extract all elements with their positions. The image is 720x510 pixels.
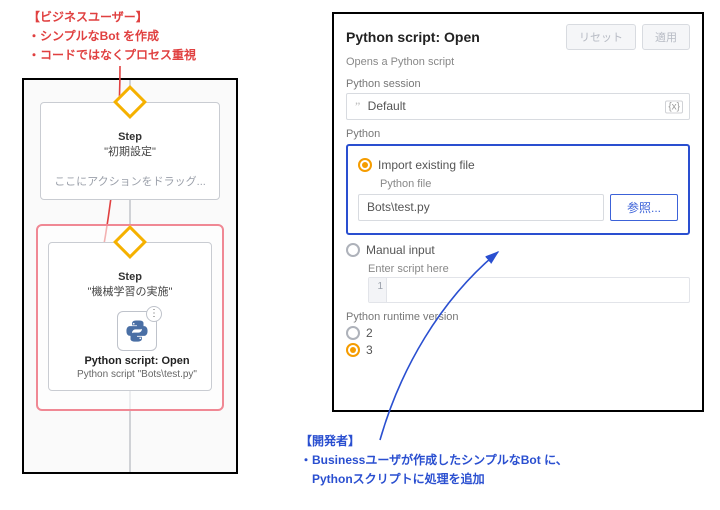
drop-hint-text: ここにアクションをドラッグ... bbox=[49, 173, 211, 189]
step-label: Step bbox=[49, 131, 211, 143]
properties-panel: Python script: Open リセット 適用 Opens a Pyth… bbox=[332, 12, 704, 412]
python-logo-icon bbox=[124, 318, 150, 344]
annotation-line: ・コードではなくプロセス重視 bbox=[28, 46, 196, 65]
annotation-developer: 【開発者】 ・Businessユーザが作成したシンプルなBot に、 Pytho… bbox=[300, 432, 568, 490]
runtime-label: Python runtime version bbox=[346, 311, 690, 323]
import-file-group: Import existing file Python file Bots\te… bbox=[346, 144, 690, 235]
annotation-heading: 【ビジネスユーザー】 bbox=[28, 8, 196, 27]
file-label: Python file bbox=[380, 178, 678, 190]
line-gutter: 1 bbox=[369, 278, 387, 302]
code-area[interactable] bbox=[387, 278, 689, 302]
panel-description: Opens a Python script bbox=[346, 56, 690, 68]
radio-icon bbox=[346, 243, 360, 257]
script-label: Enter script here bbox=[368, 263, 690, 275]
step-name: "初期設定" bbox=[49, 143, 211, 159]
python-file-input[interactable]: Bots\test.py bbox=[358, 194, 604, 221]
radio-icon bbox=[346, 326, 360, 340]
apply-button[interactable]: 適用 bbox=[642, 24, 690, 50]
step-name: "機械学習の実施" bbox=[57, 283, 203, 299]
step-node-ml[interactable]: Step "機械学習の実施" ⋮ Python script: Open Pyt… bbox=[48, 242, 212, 391]
diamond-handle-icon[interactable] bbox=[113, 225, 147, 259]
step-label: Step bbox=[57, 271, 203, 283]
python-section-label: Python bbox=[346, 128, 690, 140]
radio-runtime-3[interactable]: 3 bbox=[346, 343, 690, 357]
annotation-line: ・シンプルなBot を作成 bbox=[28, 27, 196, 46]
script-editor[interactable]: 1 bbox=[368, 277, 690, 303]
annotation-heading: 【開発者】 bbox=[300, 432, 568, 451]
action-card-python-open[interactable]: ⋮ Python script: Open Python script "Bot… bbox=[57, 311, 217, 380]
reset-button[interactable]: リセット bbox=[566, 24, 636, 50]
action-subtitle: Python script "Bots\test.py" bbox=[57, 369, 217, 380]
radio-manual-input[interactable]: Manual input bbox=[346, 243, 690, 257]
radio-icon bbox=[358, 158, 372, 172]
quote-icon: ” bbox=[355, 99, 360, 113]
radio-label: 2 bbox=[366, 326, 373, 340]
annotation-business-user: 【ビジネスユーザー】 ・シンプルなBot を作成 ・コードではなくプロセス重視 bbox=[28, 8, 196, 66]
radio-icon bbox=[346, 343, 360, 357]
kebab-menu-icon[interactable]: ⋮ bbox=[146, 306, 162, 322]
file-path-value: Bots\test.py bbox=[367, 200, 430, 214]
radio-label: 3 bbox=[366, 343, 373, 357]
radio-runtime-2[interactable]: 2 bbox=[346, 326, 690, 340]
action-title: Python script: Open bbox=[57, 355, 217, 367]
step-node-initial[interactable]: Step "初期設定" ここにアクションをドラッグ... bbox=[40, 102, 220, 200]
radio-label: Import existing file bbox=[378, 158, 475, 172]
diamond-handle-icon[interactable] bbox=[113, 85, 147, 119]
python-icon: ⋮ bbox=[117, 311, 157, 351]
radio-label: Manual input bbox=[366, 243, 435, 257]
selected-step-wrapper: Step "機械学習の実施" ⋮ Python script: Open Pyt… bbox=[36, 224, 224, 411]
bot-designer-panel: Step "初期設定" ここにアクションをドラッグ... Step "機械学習の… bbox=[22, 78, 238, 474]
annotation-line: Pythonスクリプトに処理を追加 bbox=[300, 470, 568, 489]
browse-button[interactable]: 参照... bbox=[610, 194, 678, 221]
session-input[interactable]: ” Default {x} bbox=[346, 93, 690, 120]
variable-picker-icon[interactable]: {x} bbox=[665, 100, 683, 113]
panel-title: Python script: Open bbox=[346, 29, 480, 45]
annotation-line: ・Businessユーザが作成したシンプルなBot に、 bbox=[300, 451, 568, 470]
session-value: Default bbox=[368, 99, 406, 113]
radio-import-existing[interactable]: Import existing file bbox=[358, 158, 678, 172]
session-label: Python session bbox=[346, 78, 690, 90]
